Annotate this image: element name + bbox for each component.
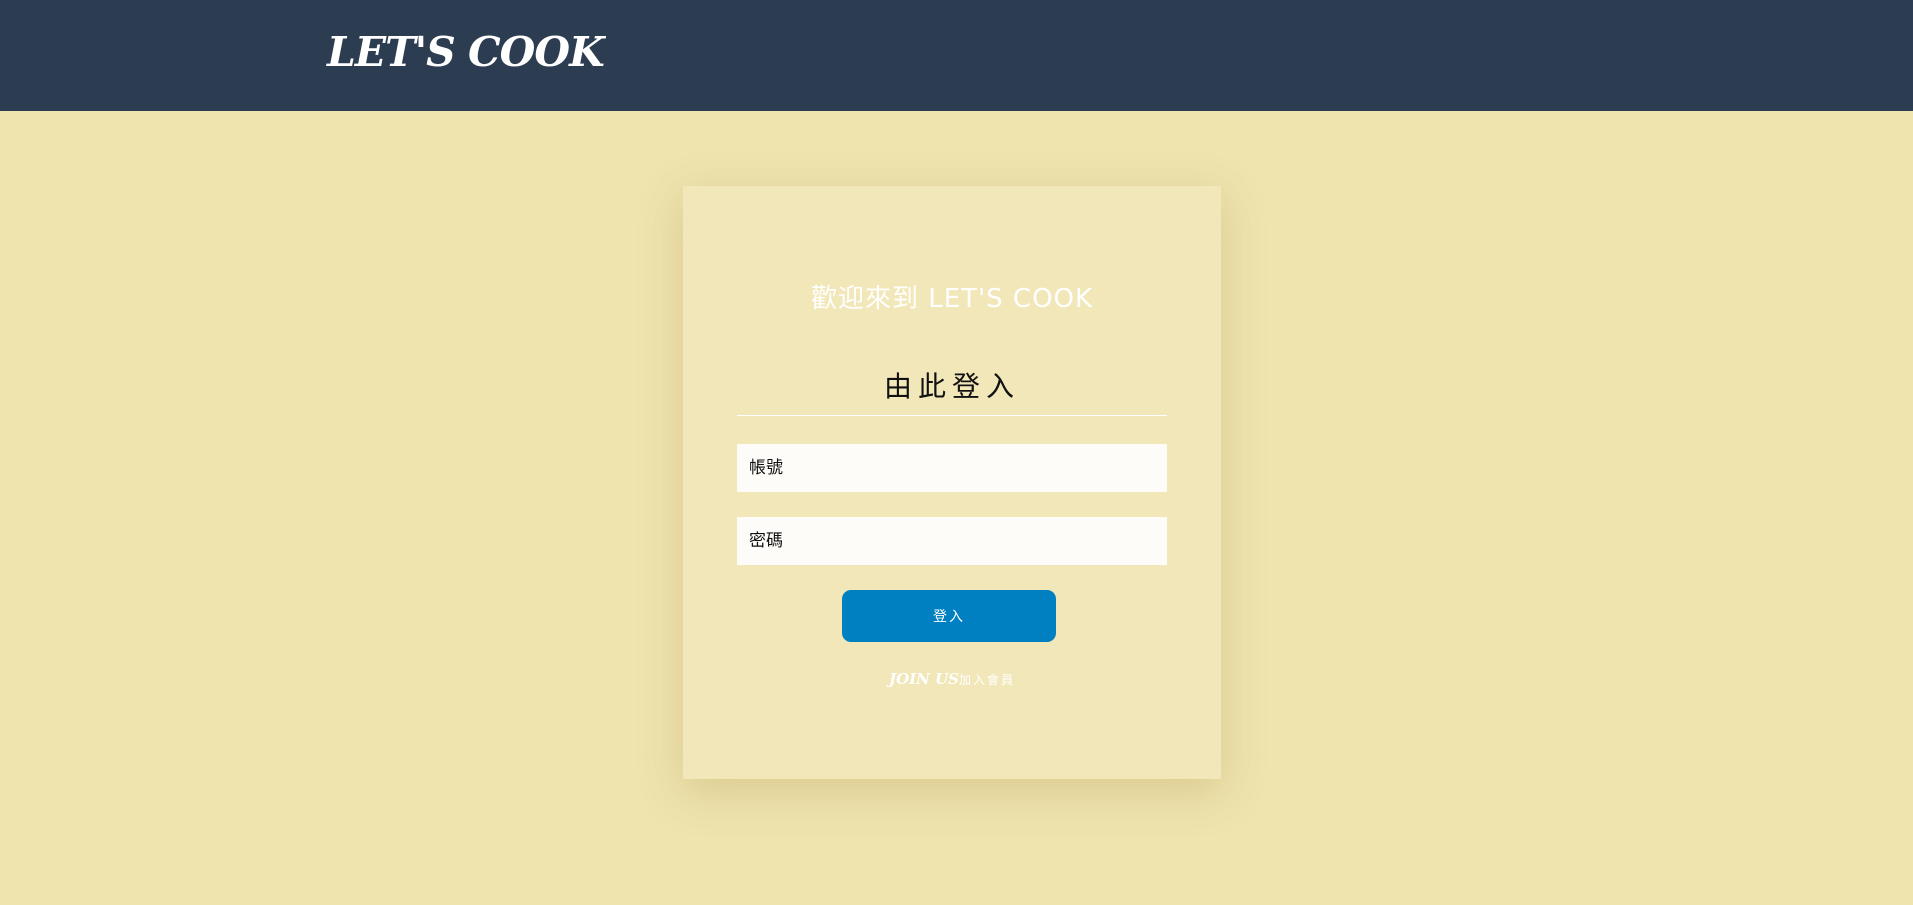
top-navbar: LET'S COOK — [0, 0, 1913, 111]
login-card: 歡迎來到 LET'S COOK 由此登入 登入 JOIN US加入會員 — [683, 186, 1221, 779]
login-button[interactable]: 登入 — [842, 590, 1056, 642]
heading-divider — [737, 415, 1167, 416]
password-input[interactable] — [737, 517, 1167, 565]
brand-logo[interactable]: LET'S COOK — [327, 22, 605, 82]
welcome-title: 歡迎來到 LET'S COOK — [810, 284, 1094, 314]
join-link-en: JOIN US — [888, 670, 959, 688]
join-link[interactable]: JOIN US加入會員 — [683, 668, 1221, 691]
account-input[interactable] — [737, 444, 1167, 492]
login-heading: 由此登入 — [883, 370, 1020, 403]
join-link-zh: 加入會員 — [959, 673, 1016, 687]
